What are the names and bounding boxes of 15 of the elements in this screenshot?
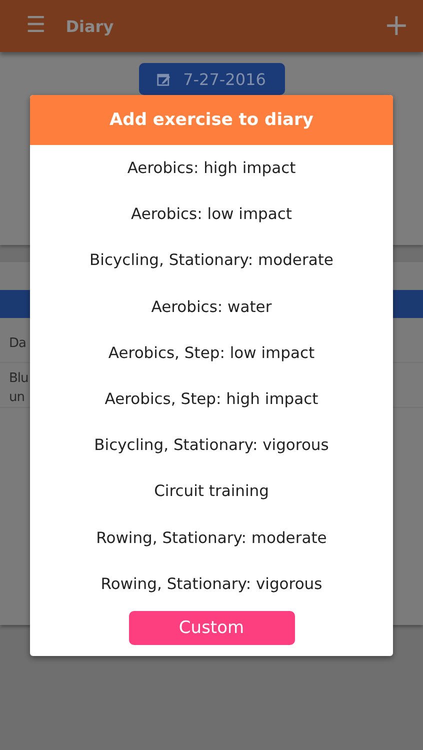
exercise-item[interactable]: Bicycling, Stationary: moderate (30, 237, 393, 284)
calendar-edit-icon (157, 72, 172, 86)
dialog-title: Add exercise to diary (30, 95, 393, 145)
app-title: Diary (66, 16, 114, 36)
exercise-item[interactable]: Rowing, Stationary: moderate (30, 514, 393, 561)
exercise-item[interactable]: Circuit training (30, 468, 393, 514)
row-text: Blu un (9, 370, 28, 407)
exercise-item[interactable]: Aerobics: low impact (30, 191, 393, 238)
exercise-item[interactable]: Aerobics, Step: high impact (30, 376, 393, 422)
exercise-item[interactable]: Rowing, Stationary: vigorous (30, 560, 393, 607)
exercise-item[interactable]: Aerobics, Step: low impact (30, 330, 393, 376)
exercise-item[interactable]: Bicycling, Stationary: vigorous (30, 422, 393, 468)
exercise-item[interactable]: Aerobics: high impact (30, 145, 393, 192)
exercise-item[interactable]: Aerobics: water (30, 284, 393, 330)
row-text: Da (9, 334, 26, 352)
